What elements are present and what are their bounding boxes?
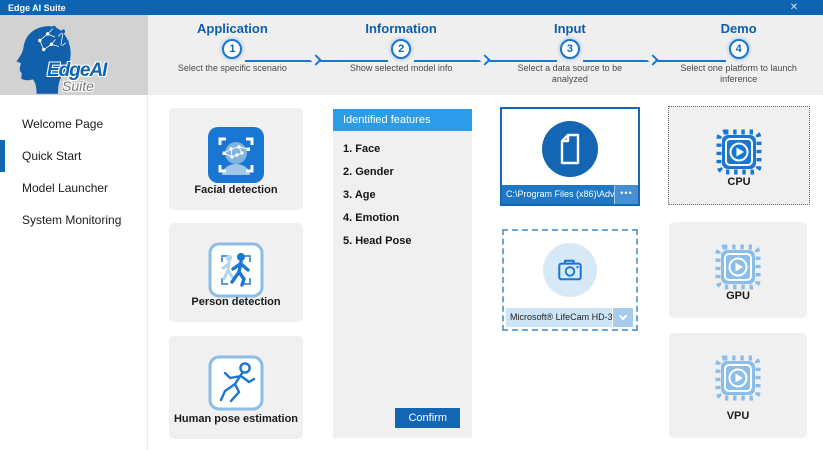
step-description: Show selected model info <box>341 63 461 74</box>
step-2-circle[interactable]: 2 <box>391 39 411 59</box>
face-detection-icon <box>208 127 264 188</box>
scenario-card-person-detection[interactable]: Person detection <box>169 223 303 322</box>
camera-input-card[interactable]: Microsoft® LifeCam HD-3000 <box>502 229 638 331</box>
scenario-label: Human pose estimation <box>169 413 303 425</box>
platform-card-vpu[interactable]: VPU <box>669 333 807 438</box>
chevron-down-icon <box>619 312 627 320</box>
platform-label: CPU <box>669 176 809 188</box>
step-description: Select one platform to launch inference <box>679 63 799 85</box>
person-detection-icon <box>208 242 264 303</box>
step-description: Select a data source to be analyzed <box>510 63 630 85</box>
wizard-stepper: Application 1 Select the specific scenar… <box>148 15 823 95</box>
platform-label: GPU <box>669 290 807 302</box>
scenario-label: Person detection <box>169 296 303 308</box>
logo-subtitle: Suite <box>62 78 94 94</box>
step-application: Application 1 Select the specific scenar… <box>148 15 317 95</box>
close-icon[interactable]: ✕ <box>787 1 801 14</box>
feature-item: 1. Face <box>333 138 472 161</box>
step-title: Input <box>554 21 586 36</box>
camera-icon <box>543 243 597 297</box>
app-logo: EdgeAI Suite <box>0 15 148 95</box>
step-demo: Demo 4 Select one platform to launch inf… <box>654 15 823 95</box>
sidebar-item-system-monitoring[interactable]: System Monitoring <box>0 204 147 236</box>
camera-select-bar: Microsoft® LifeCam HD-3000 <box>506 308 633 327</box>
scenario-label: Facial detection <box>169 184 303 196</box>
step-information: Information 2 Show selected model info <box>317 15 486 95</box>
document-icon <box>542 121 598 182</box>
step-connector <box>414 60 557 62</box>
step-connector <box>245 60 388 62</box>
step-title: Demo <box>721 21 757 36</box>
step-4-circle[interactable]: 4 <box>729 39 749 59</box>
step-title: Information <box>365 21 437 36</box>
scenario-card-human-pose[interactable]: Human pose estimation <box>169 336 303 439</box>
confirm-button[interactable]: Confirm <box>395 408 460 428</box>
file-path-bar: C:\Program Files (x86)\Advante ••• <box>502 185 638 204</box>
sidebar-item-welcome-page[interactable]: Welcome Page <box>0 108 147 140</box>
feature-item: 3. Age <box>333 184 472 207</box>
app-window: Edge AI Suite ✕ EdgeAI Suite Welcome Pag… <box>0 0 823 450</box>
step-1-circle[interactable]: 1 <box>222 39 242 59</box>
step-input: Input 3 Select a data source to be analy… <box>486 15 655 95</box>
titlebar: Edge AI Suite ✕ <box>0 0 823 15</box>
camera-device-select[interactable]: Microsoft® LifeCam HD-3000 <box>506 308 612 327</box>
sidebar-menu: Welcome Page Quick Start Model Launcher … <box>0 108 147 236</box>
sidebar-item-quick-start[interactable]: Quick Start <box>0 140 147 172</box>
file-path-text: C:\Program Files (x86)\Advante <box>502 185 614 204</box>
feature-item: 4. Emotion <box>333 207 472 230</box>
platform-card-gpu[interactable]: GPU <box>669 222 807 318</box>
file-input-card[interactable]: C:\Program Files (x86)\Advante ••• <box>500 107 640 206</box>
step-title: Application <box>197 21 268 36</box>
features-list: 1. Face 2. Gender 3. Age 4. Emotion 5. H… <box>333 138 472 253</box>
step-connector <box>583 60 726 62</box>
human-pose-icon <box>208 355 264 416</box>
vpu-chip-icon <box>710 350 766 411</box>
identified-features-header: Identified features <box>333 109 472 131</box>
window-title: Edge AI Suite <box>0 3 66 13</box>
browse-more-button[interactable]: ••• <box>614 185 638 204</box>
step-description: Select the specific scenario <box>172 63 292 74</box>
identified-features-panel: Identified features 1. Face 2. Gender 3.… <box>333 109 472 438</box>
main-content: Facial detection <box>148 95 823 450</box>
step-3-circle[interactable]: 3 <box>560 39 580 59</box>
platform-label: VPU <box>669 410 807 422</box>
camera-dropdown-button[interactable] <box>613 308 633 327</box>
scenario-card-facial-detection[interactable]: Facial detection <box>169 108 303 210</box>
feature-item: 2. Gender <box>333 161 472 184</box>
sidebar: EdgeAI Suite Welcome Page Quick Start Mo… <box>0 15 148 450</box>
feature-item: 5. Head Pose <box>333 230 472 253</box>
platform-card-cpu[interactable]: CPU <box>668 106 810 205</box>
sidebar-item-model-launcher[interactable]: Model Launcher <box>0 172 147 204</box>
